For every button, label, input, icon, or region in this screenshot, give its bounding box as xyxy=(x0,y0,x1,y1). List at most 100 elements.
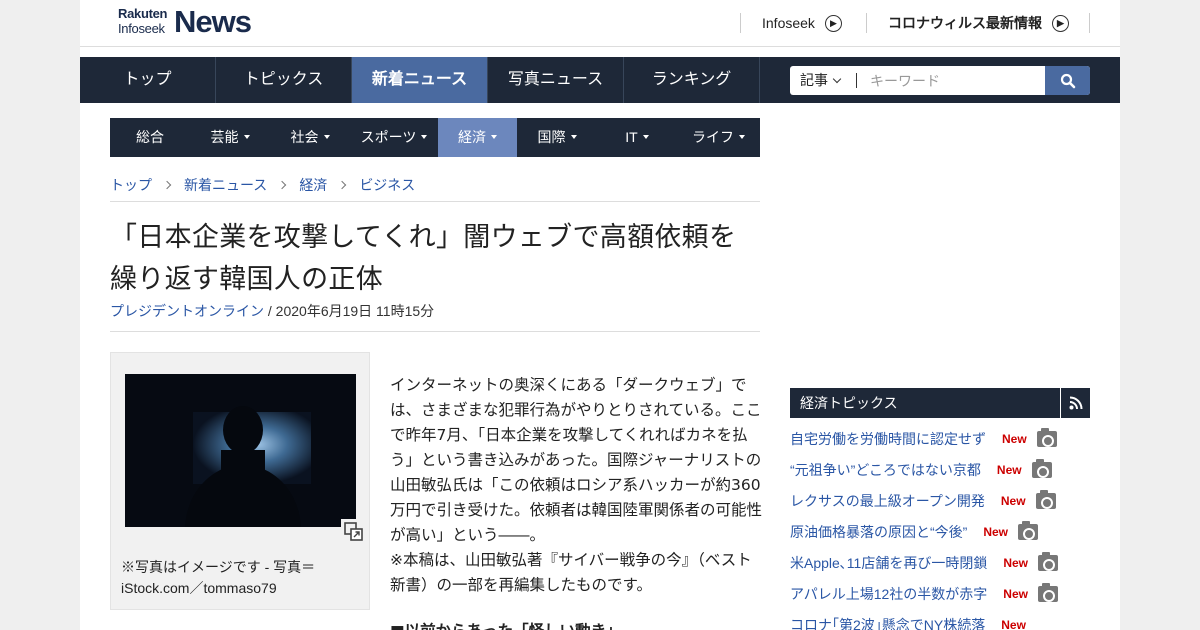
divider xyxy=(110,201,760,202)
category-sports[interactable]: スポーツ xyxy=(350,118,438,157)
new-badge: New xyxy=(1003,555,1029,570)
category-label: 経済 xyxy=(458,129,486,145)
breadcrumb-top[interactable]: トップ xyxy=(110,177,152,193)
topic-title[interactable]: コロナ｢第2波｣懸念でNY株続落 xyxy=(790,615,985,630)
arrow-circle-icon: ▶ xyxy=(1052,14,1069,32)
article-paragraph: ※本稿は、山田敏弘著『サイバー戦争の今』（ベスト新書）の一部を再編集したものです… xyxy=(390,551,752,594)
arrow-circle-icon: ▶ xyxy=(824,14,842,32)
economy-topics-header: 経済トピックス xyxy=(790,388,1090,418)
breadcrumb-economy[interactable]: 経済 xyxy=(299,177,327,193)
article-headline: 「日本企業を攻撃してくれ」闇ウェブで高額依頼を 繰り返す韓国人の正体 xyxy=(110,217,760,301)
topic-item[interactable]: レクサスの最上級オープン開発 New xyxy=(790,485,1090,516)
category-label: IT xyxy=(625,129,638,145)
topic-item[interactable]: コロナ｢第2波｣懸念でNY株続落 New xyxy=(790,609,1090,630)
economy-topics-list: 自宅労働を労働時間に認定せず New “元祖争い”どころではない京都 New レクサ… xyxy=(790,423,1090,630)
infoseek-link[interactable]: Infoseek ▶ xyxy=(762,13,842,33)
camera-icon xyxy=(1035,489,1056,509)
camera-icon xyxy=(1037,582,1058,602)
topic-item[interactable]: 米Apple､11店舗を再び一時閉鎖 New xyxy=(790,547,1090,578)
search-icon xyxy=(1060,73,1075,88)
breadcrumb: トップ 新着ニュース 経済 ビジネス xyxy=(110,175,415,195)
topic-item[interactable]: アパレル上場12社の半数が赤字 New xyxy=(790,578,1090,609)
category-entertainment[interactable]: 芸能 xyxy=(190,118,270,157)
category-general[interactable]: 総合 xyxy=(110,118,190,157)
main-nav: トップ トピックス 新着ニュース 写真ニュース ランキング 記事 xyxy=(80,57,1120,103)
topic-title[interactable]: 自宅労働を労働時間に認定せず xyxy=(790,429,986,449)
camera-icon xyxy=(1038,551,1059,571)
search-category-label: 記事 xyxy=(800,72,828,88)
dropdown-triangle-icon xyxy=(642,135,649,139)
main-nav-top[interactable]: トップ xyxy=(80,57,216,103)
divider xyxy=(110,331,760,332)
category-nav: 総合 芸能 社会 スポーツ 経済 国際 IT ライフ xyxy=(110,118,760,157)
main-nav-ranking[interactable]: ランキング xyxy=(624,57,760,103)
topic-title[interactable]: 米Apple､11店舗を再び一時閉鎖 xyxy=(790,553,987,573)
article-paragraph: インターネットの奥深くにある「ダークウェブ」では、さまざまな犯罪行為がやりとりさ… xyxy=(390,376,763,544)
main-nav-latest-news[interactable]: 新着ニュース xyxy=(352,57,488,103)
topic-item[interactable]: 自宅労働を労働時間に認定せず New xyxy=(790,423,1090,454)
logo-infoseek-text: Infoseek xyxy=(118,21,165,36)
chevron-right-icon xyxy=(278,180,287,190)
topic-item[interactable]: “元祖争い”どころではない京都 New xyxy=(790,454,1090,485)
topic-title[interactable]: アパレル上場12社の半数が赤字 xyxy=(790,584,987,604)
chevron-right-icon xyxy=(338,180,347,190)
new-badge: New xyxy=(1000,493,1026,508)
topic-item[interactable]: 原油価格暴落の原因と“今後” New xyxy=(790,516,1090,547)
category-international[interactable]: 国際 xyxy=(517,118,597,157)
article-source-link[interactable]: プレジデントオンライン xyxy=(110,303,264,319)
category-label: 芸能 xyxy=(210,129,239,145)
category-label: 総合 xyxy=(136,129,164,145)
camera-icon xyxy=(1036,427,1057,447)
infoseek-link-label: Infoseek xyxy=(762,15,815,31)
photo-caption: ※写真はイメージです - 写真＝iStock.com／tommaso79 xyxy=(121,559,316,596)
article-photo-box: ※写真はイメージです - 写真＝iStock.com／tommaso79 xyxy=(110,352,370,610)
divider xyxy=(856,73,857,88)
category-economy[interactable]: 経済 xyxy=(438,118,517,157)
divider xyxy=(740,13,741,33)
headline-line: 繰り返す韓国人の正体 xyxy=(110,264,383,295)
article-byline: プレジデントオンライン / 2020年6月19日 11時15分 xyxy=(110,301,434,321)
main-nav-photo-news[interactable]: 写真ニュース xyxy=(488,57,624,103)
topic-title[interactable]: 原油価格暴落の原因と“今後” xyxy=(790,522,967,542)
corona-info-link[interactable]: コロナウィルス最新情報 ▶ xyxy=(888,13,1069,33)
camera-icon xyxy=(1031,458,1052,478)
category-label: 国際 xyxy=(537,129,566,145)
breadcrumb-business[interactable]: ビジネス xyxy=(359,177,415,193)
page: Rakuten Infoseek News Infoseek ▶ コロナウィルス… xyxy=(80,0,1120,630)
corona-info-link-label: コロナウィルス最新情報 xyxy=(888,15,1042,31)
category-label: 社会 xyxy=(290,129,319,145)
logo-rakuten-text: Rakuten xyxy=(118,6,168,21)
breadcrumb-latest-news[interactable]: 新着ニュース xyxy=(184,177,267,193)
new-badge: New xyxy=(1002,431,1027,446)
divider xyxy=(1089,13,1090,33)
new-badge: New xyxy=(1001,617,1026,630)
dropdown-triangle-icon xyxy=(491,135,497,139)
new-badge: New xyxy=(996,462,1022,477)
camera-icon xyxy=(1018,520,1039,540)
rss-icon xyxy=(1069,396,1082,410)
logo-news-text: News xyxy=(174,4,252,39)
top-header: Rakuten Infoseek News Infoseek ▶ コロナウィルス… xyxy=(80,0,1120,47)
category-society[interactable]: 社会 xyxy=(270,118,350,157)
search-box: 記事 xyxy=(790,66,1090,95)
article-subheading: ■以前からあった「怪しい動き」 xyxy=(390,619,622,630)
dropdown-triangle-icon xyxy=(243,135,250,139)
topic-title[interactable]: レクサスの最上級オープン開発 xyxy=(790,491,985,511)
search-button[interactable] xyxy=(1045,66,1090,95)
category-life[interactable]: ライフ xyxy=(677,118,760,157)
main-nav-topics[interactable]: トピックス xyxy=(216,57,352,103)
dropdown-triangle-icon xyxy=(421,135,428,139)
article-body: インターネットの奥深くにある「ダークウェブ」では、さまざまな犯罪行為がやりとりさ… xyxy=(390,373,762,598)
new-badge: New xyxy=(1003,586,1028,601)
category-it[interactable]: IT xyxy=(597,118,677,157)
search-category-select[interactable]: 記事 xyxy=(790,66,856,95)
search-input[interactable] xyxy=(864,66,1042,95)
economy-topics-title: 経済トピックス xyxy=(800,395,898,411)
topic-title[interactable]: “元祖争い”どころではない京都 xyxy=(790,460,981,480)
dropdown-triangle-icon xyxy=(739,135,745,139)
expand-photo-icon[interactable] xyxy=(341,519,367,545)
rss-button[interactable] xyxy=(1060,388,1090,418)
article-photo[interactable] xyxy=(125,374,356,527)
new-badge: New xyxy=(983,524,1009,539)
article-date: / 2020年6月19日 11時15分 xyxy=(264,303,435,319)
